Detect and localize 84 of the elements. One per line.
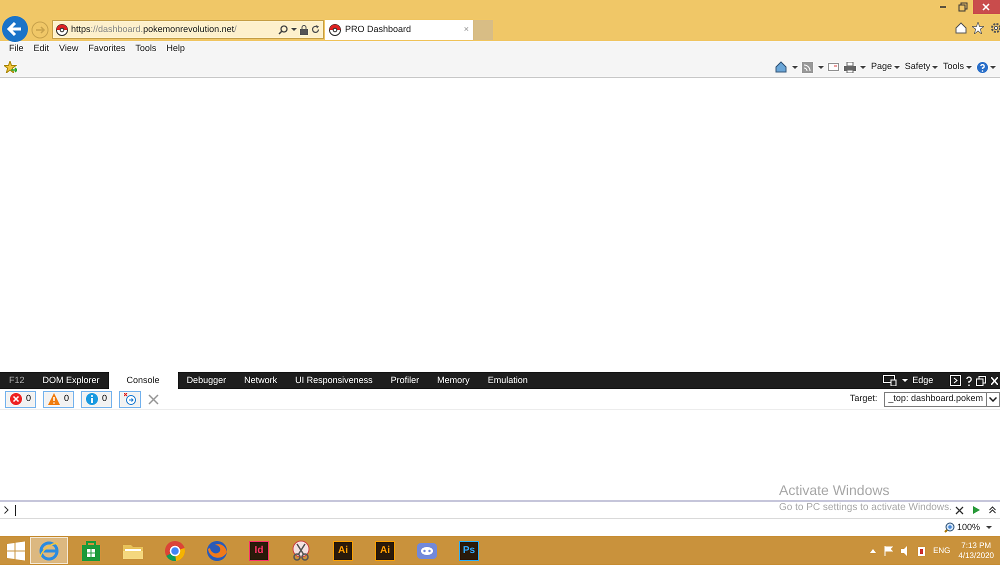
search-icon[interactable]: [278, 24, 288, 34]
menu-item[interactable]: File: [4, 42, 29, 56]
scissors-icon[interactable]: [290, 540, 312, 562]
back-button[interactable]: [2, 16, 28, 42]
start-button[interactable]: [6, 540, 26, 560]
address-bar[interactable]: https://dashboard.pokemonrevolution.net/: [52, 20, 324, 39]
refresh-icon[interactable]: [311, 25, 320, 34]
error-icon: [10, 393, 22, 405]
caret-icon[interactable]: [818, 66, 824, 68]
run-icon[interactable]: [973, 506, 980, 514]
zoom-icon: [944, 522, 955, 533]
info-icon: [86, 393, 98, 405]
caret-icon[interactable]: [860, 66, 866, 68]
caret-icon: [966, 66, 972, 68]
site-icon: [56, 24, 68, 36]
devtools-tab[interactable]: Profiler: [382, 372, 428, 389]
navigate-icon: [124, 393, 136, 405]
mail-icon[interactable]: [828, 63, 840, 71]
close-button[interactable]: [973, 0, 1000, 14]
caret-icon[interactable]: [986, 526, 992, 529]
activation-message: Go to PC settings to activate Windows.: [779, 501, 952, 515]
lock-icon: [300, 24, 308, 34]
caret-icon[interactable]: [902, 379, 908, 382]
favorites-star-icon[interactable]: [4, 61, 17, 73]
devtools-tab[interactable]: Network: [235, 372, 286, 389]
warning-icon: [48, 393, 60, 405]
menu-item[interactable]: Favorites: [83, 42, 130, 56]
target-dropdown[interactable]: _top: dashboard.pokem: [884, 392, 1000, 406]
devtools-label: F12: [8, 374, 26, 387]
prompt-icon: [4, 506, 9, 514]
caret-icon: [932, 66, 938, 68]
command-menu[interactable]: Safety: [904, 60, 938, 74]
devtools-tab[interactable]: Memory: [428, 372, 479, 389]
site-icon: [329, 24, 341, 36]
expand-icon[interactable]: [989, 506, 996, 514]
target-label: Target:: [850, 392, 878, 406]
app-icon[interactable]: Id: [249, 540, 269, 560]
browser-icon[interactable]: [164, 540, 186, 562]
help-menu[interactable]: [976, 62, 996, 72]
document-mode-label[interactable]: Edge: [912, 374, 934, 388]
feed-icon[interactable]: [802, 62, 814, 72]
flag-icon[interactable]: [884, 546, 894, 556]
printer-icon[interactable]: [844, 62, 856, 72]
info-filter-button[interactable]: 0: [81, 390, 112, 408]
console-toggle-icon[interactable]: [950, 375, 962, 386]
devtools-tab[interactable]: Debugger: [178, 372, 236, 389]
app-icon[interactable]: Ai: [375, 540, 395, 560]
chevron-icon: [989, 396, 997, 402]
star-icon[interactable]: [972, 22, 984, 34]
undock-icon[interactable]: [976, 376, 986, 386]
home-icon[interactable]: [775, 61, 788, 73]
clear-on-navigate-button[interactable]: [119, 390, 142, 408]
help-icon: [976, 62, 988, 72]
menu-item[interactable]: Edit: [28, 42, 54, 56]
menu-item[interactable]: View: [54, 42, 84, 56]
settings-icon[interactable]: [990, 22, 1000, 34]
error-filter-button[interactable]: 0: [5, 390, 36, 408]
command-menu[interactable]: Page: [870, 60, 900, 74]
browser-tab[interactable]: PRO Dashboard ×: [325, 20, 473, 40]
devtools-tab[interactable]: DOM Explorer: [34, 372, 109, 389]
app-icon[interactable]: Ai: [333, 540, 353, 560]
caret-icon[interactable]: [792, 66, 798, 68]
zoom-level[interactable]: 100%: [944, 520, 980, 534]
caret-icon[interactable]: [291, 28, 297, 31]
home-icon[interactable]: [955, 22, 967, 34]
command-menu[interactable]: Tools: [942, 60, 972, 74]
devtools-tab[interactable]: Console: [108, 372, 178, 389]
device-icon[interactable]: [883, 375, 898, 386]
devtools-tab[interactable]: Emulation: [478, 372, 537, 389]
help-icon[interactable]: [966, 376, 972, 386]
warning-filter-button[interactable]: 0: [43, 390, 74, 408]
app-icon[interactable]: Ps: [459, 540, 479, 560]
url-text: https://dashboard.pokemonrevolution.net/: [71, 22, 237, 36]
close-icon[interactable]: [990, 376, 998, 384]
chevron-up-icon[interactable]: [870, 548, 876, 552]
activation-title: Activate Windows: [779, 481, 890, 500]
menu-item[interactable]: Help: [161, 42, 190, 56]
shopping-bag-icon[interactable]: [80, 540, 102, 562]
devtools-tab[interactable]: UI Responsiveness: [286, 372, 382, 389]
menu-item[interactable]: Tools: [130, 42, 162, 56]
restore-button[interactable]: [958, 2, 968, 12]
clear-icon[interactable]: [955, 506, 964, 514]
caret-icon: [894, 66, 900, 68]
caret-icon: [990, 66, 996, 68]
